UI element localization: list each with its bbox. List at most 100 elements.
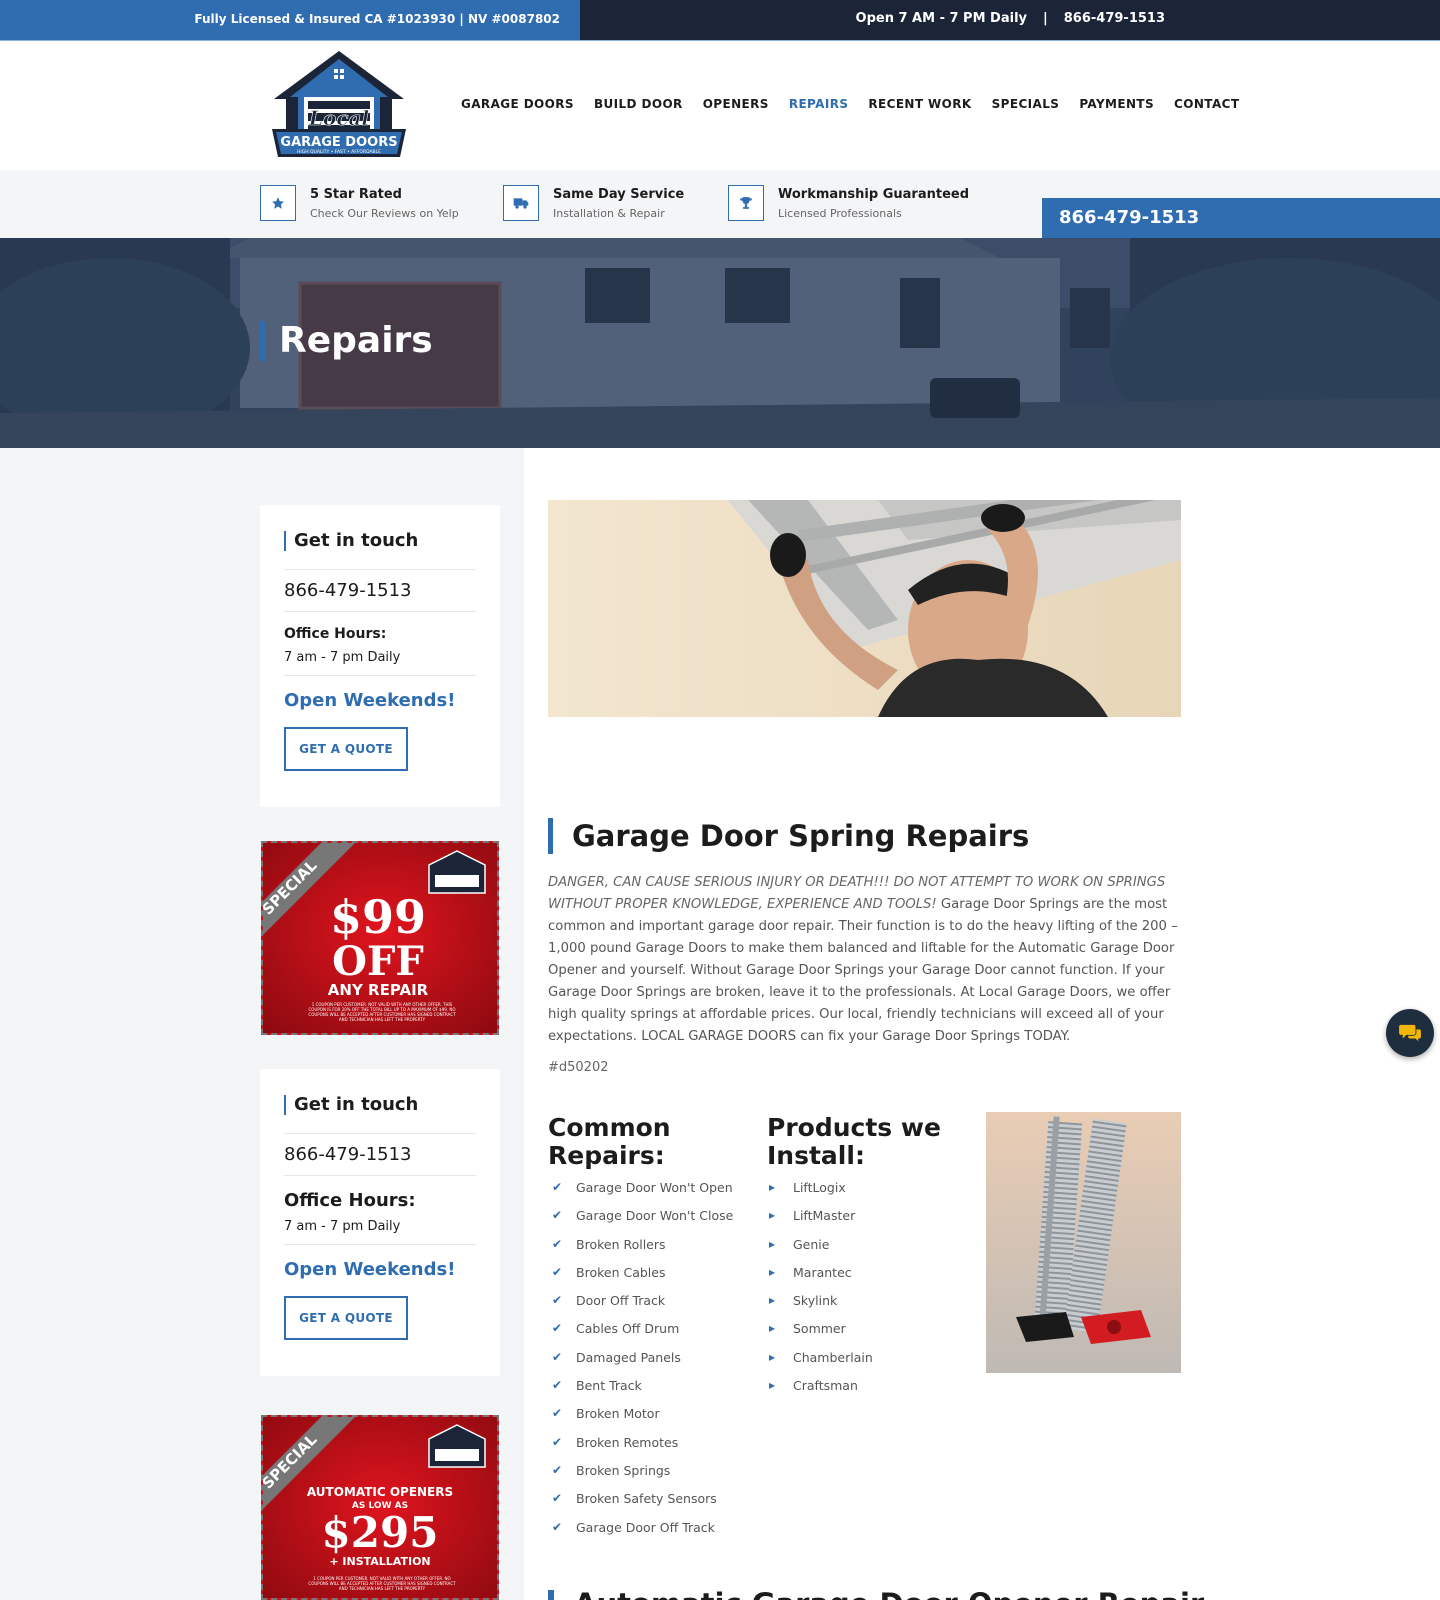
check-icon: ✔ xyxy=(552,1321,563,1336)
feature-rating: 5 Star Rated Check Our Reviews on Yelp xyxy=(260,185,459,221)
list-item: ✔ Garage Door Off Track xyxy=(552,1519,715,1535)
caret-right-icon: ▸ xyxy=(769,1378,776,1393)
list-item: ✔ Broken Springs xyxy=(552,1462,671,1478)
divider xyxy=(284,1133,476,1134)
caret-right-icon: ▸ xyxy=(769,1264,776,1279)
license-banner: Fully Licensed & Insured CA #1023930 | N… xyxy=(0,0,580,40)
open-weekends: Open Weekends! xyxy=(284,1259,456,1280)
get-quote-button[interactable]: GET A QUOTE xyxy=(284,727,408,771)
open-weekends: Open Weekends! xyxy=(284,690,456,711)
feature-service: Same Day Service Installation & Repair xyxy=(503,185,684,221)
divider xyxy=(284,1175,476,1176)
description-text: Garage Door Springs are the most common … xyxy=(548,897,1178,1044)
nav-contact[interactable]: CONTACT xyxy=(1174,97,1239,111)
license-text: Fully Licensed & Insured CA #1023930 | N… xyxy=(194,12,560,26)
office-hours: 7 am - 7 pm Daily xyxy=(284,1219,401,1234)
svg-text:ANY REPAIR: ANY REPAIR xyxy=(328,981,429,999)
page-hero: Repairs xyxy=(0,238,1440,448)
hashtag-text: #d50202 xyxy=(548,1060,609,1075)
check-icon: ✔ xyxy=(552,1491,563,1506)
svg-text:AUTOMATIC OPENERS: AUTOMATIC OPENERS xyxy=(307,1485,453,1499)
check-icon: ✔ xyxy=(552,1462,563,1477)
caret-right-icon: ▸ xyxy=(769,1293,776,1308)
check-icon: ✔ xyxy=(552,1378,563,1393)
list-item: ✔ Broken Rollers xyxy=(552,1236,666,1252)
svg-text:AND TECHNICIAN HAS LEFT THE PR: AND TECHNICIAN HAS LEFT THE PROPERTY xyxy=(339,1586,426,1591)
feature-title: 5 Star Rated xyxy=(310,187,402,202)
caret-right-icon: ▸ xyxy=(769,1208,776,1223)
products-heading: Products we Install: xyxy=(767,1113,941,1170)
coupon-openers[interactable]: SPECIAL AUTOMATIC OPENERS AS LOW AS $295… xyxy=(261,1415,499,1600)
svg-text:+ INSTALLATION: + INSTALLATION xyxy=(329,1555,430,1568)
check-icon: ✔ xyxy=(552,1406,563,1421)
divider xyxy=(284,675,476,676)
nav-openers[interactable]: OPENERS xyxy=(703,97,769,111)
check-icon: ✔ xyxy=(552,1293,563,1308)
top-separator: | xyxy=(1043,11,1048,26)
nav-payments[interactable]: PAYMENTS xyxy=(1079,97,1154,111)
feature-subtitle: Check Our Reviews on Yelp xyxy=(310,207,459,220)
coupon-repair[interactable]: SPECIAL $99 OFF ANY REPAIR 1 COUPON PER … xyxy=(261,841,499,1035)
nav-garage-doors[interactable]: GARAGE DOORS xyxy=(461,97,574,111)
feature-subtitle: Installation & Repair xyxy=(553,207,665,220)
get-quote-button[interactable]: GET A QUOTE xyxy=(284,1296,408,1340)
nav-build-door[interactable]: BUILD DOOR xyxy=(594,97,683,111)
nav-recent-work[interactable]: RECENT WORK xyxy=(868,97,971,111)
list-item: ▸ Skylink xyxy=(769,1293,838,1309)
svg-text:$295: $295 xyxy=(322,1508,439,1557)
common-repairs-list: ✔ Garage Door Won't Open ✔ Garage Door Won… xyxy=(552,1180,733,1548)
contact-card-title: Get in touch xyxy=(284,531,476,551)
feature-title: Workmanship Guaranteed xyxy=(778,187,970,202)
top-phone-link[interactable]: 866-479-1513 xyxy=(1064,11,1165,26)
contact-phone[interactable]: 866-479-1513 xyxy=(284,580,476,601)
chat-button[interactable] xyxy=(1386,1009,1434,1057)
features-strip: 5 Star Rated Check Our Reviews on Yelp S… xyxy=(0,170,1440,238)
check-icon: ✔ xyxy=(552,1349,563,1364)
phone-cta-number[interactable]: 866-479-1513 xyxy=(1059,207,1199,228)
chat-icon xyxy=(1399,1024,1421,1042)
svg-text:OFF: OFF xyxy=(332,938,424,985)
technician-photo xyxy=(548,500,1181,717)
office-hours-label: Office Hours: xyxy=(284,1190,416,1211)
check-icon: ✔ xyxy=(552,1180,563,1194)
site-header: Local GARAGE DOORS HIGH QUALITY • FAST •… xyxy=(0,40,1440,170)
svg-text:HIGH QUALITY • FAST • AFFORDAB: HIGH QUALITY • FAST • AFFORDABLE xyxy=(297,149,381,155)
divider xyxy=(284,569,476,570)
site-logo[interactable]: Local GARAGE DOORS HIGH QUALITY • FAST •… xyxy=(268,49,410,161)
nav-repairs[interactable]: REPAIRS xyxy=(789,97,849,111)
contact-phone[interactable]: 866-479-1513 xyxy=(284,1144,476,1165)
list-item: ✔ Door Off Track xyxy=(552,1293,666,1309)
truck-icon xyxy=(503,185,539,221)
check-icon: ✔ xyxy=(552,1519,563,1534)
common-repairs-heading: Common Repairs: xyxy=(548,1113,671,1170)
contact-card: Get in touch 866-479-1513 Office Hours: … xyxy=(260,1069,500,1376)
feature-subtitle: Licensed Professionals xyxy=(778,207,902,220)
list-item: ✔ Broken Motor xyxy=(552,1406,660,1422)
svg-text:$99: $99 xyxy=(330,890,426,944)
list-item: ✔ Cables Off Drum xyxy=(552,1321,680,1337)
caret-right-icon: ▸ xyxy=(769,1321,776,1336)
phone-cta[interactable]: 866-479-1513 xyxy=(1042,198,1440,238)
top-contact: Open 7 AM - 7 PM Daily | 866-479-1513 xyxy=(856,11,1165,26)
list-item: ✔ Broken Remotes xyxy=(552,1434,679,1450)
main-nav: GARAGE DOORS BUILD DOOR OPENERS REPAIRS … xyxy=(461,97,1259,111)
top-hours: Open 7 AM - 7 PM Daily xyxy=(855,11,1027,26)
springs-photo xyxy=(986,1112,1181,1373)
check-icon: ✔ xyxy=(552,1208,563,1223)
trophy-icon xyxy=(728,185,764,221)
list-item: ▸ LiftMaster xyxy=(769,1208,856,1224)
list-item: ▸ Craftsman xyxy=(769,1378,858,1394)
feature-guarantee: Workmanship Guaranteed Licensed Professi… xyxy=(728,185,969,221)
svg-text:AND TECHNICIAN HAS LEFT THE PR: AND TECHNICIAN HAS LEFT THE PROPERTY xyxy=(339,1017,426,1022)
products-list: ▸ LiftLogix ▸ LiftMaster ▸ Genie ▸ Marantec … xyxy=(769,1180,873,1406)
list-item: ▸ Sommer xyxy=(769,1321,846,1337)
caret-right-icon: ▸ xyxy=(769,1180,776,1194)
next-section-title: Automatic Garage Door Opener Repair xyxy=(574,1586,1204,1600)
office-hours-label: Office Hours: xyxy=(284,626,387,642)
svg-text:GARAGE DOORS: GARAGE DOORS xyxy=(280,135,397,150)
divider xyxy=(284,611,476,612)
nav-specials[interactable]: SPECIALS xyxy=(992,97,1060,111)
office-hours: 7 am - 7 pm Daily xyxy=(284,650,401,665)
check-icon: ✔ xyxy=(552,1264,563,1279)
list-item: ▸ Marantec xyxy=(769,1264,852,1280)
